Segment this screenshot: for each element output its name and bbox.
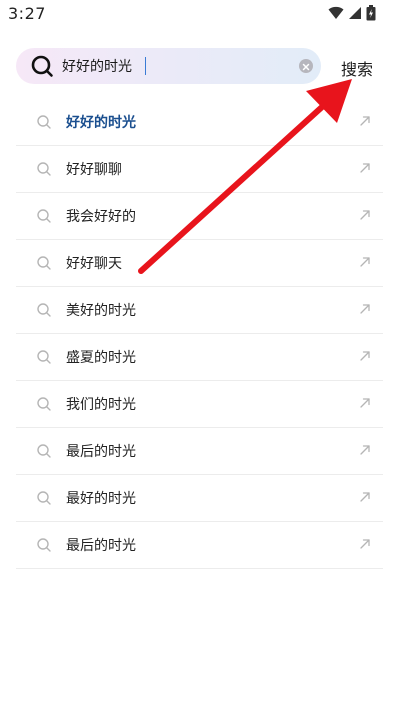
arrow-up-left-icon[interactable] [359, 444, 371, 456]
search-icon [31, 55, 53, 77]
search-icon [37, 115, 51, 129]
search-icon [37, 538, 51, 552]
arrow-up-left-icon[interactable] [359, 115, 371, 127]
suggestion-item-3[interactable]: 我会好好的 [16, 193, 383, 240]
suggestion-label: 我会好好的 [66, 209, 136, 225]
arrow-up-left-icon[interactable] [359, 162, 371, 174]
suggestion-item-4[interactable]: 好好聊天 [16, 240, 383, 287]
arrow-up-left-icon[interactable] [359, 538, 371, 550]
suggestion-label: 美好的时光 [66, 303, 136, 319]
suggestion-item-8[interactable]: 最后的时光 [16, 428, 383, 475]
search-icon [37, 303, 51, 317]
search-icon [37, 350, 51, 364]
battery-icon [366, 5, 376, 21]
suggestion-item-1[interactable]: 好好的时光 [16, 99, 383, 146]
suggestion-item-7[interactable]: 我们的时光 [16, 381, 383, 428]
wifi-icon [328, 6, 344, 19]
status-time: 3:27 [8, 4, 46, 23]
suggestion-item-5[interactable]: 美好的时光 [16, 287, 383, 334]
suggestion-item-10[interactable]: 最后的时光 [16, 522, 383, 569]
search-box[interactable] [16, 48, 321, 84]
arrow-up-left-icon[interactable] [359, 303, 371, 315]
arrow-up-left-icon[interactable] [359, 209, 371, 221]
search-icon [37, 444, 51, 458]
arrow-up-left-icon[interactable] [359, 350, 371, 362]
suggestion-label: 好好的时光 [66, 115, 136, 131]
suggestion-label: 最后的时光 [66, 538, 136, 554]
clear-button[interactable] [299, 59, 313, 73]
search-button[interactable]: 搜索 [341, 56, 373, 80]
text-cursor [145, 57, 146, 75]
search-icon [37, 209, 51, 223]
suggestion-label: 最后的时光 [66, 444, 136, 460]
arrow-up-left-icon[interactable] [359, 397, 371, 409]
suggestion-label: 最好的时光 [66, 491, 136, 507]
suggestion-item-6[interactable]: 盛夏的时光 [16, 334, 383, 381]
signal-icon [349, 7, 361, 19]
search-icon [37, 256, 51, 270]
search-icon [37, 397, 51, 411]
suggestion-label: 盛夏的时光 [66, 350, 136, 366]
search-icon [37, 491, 51, 505]
suggestion-label: 好好聊天 [66, 256, 122, 272]
close-icon [302, 63, 310, 71]
arrow-up-left-icon[interactable] [359, 256, 371, 268]
suggestion-label: 好好聊聊 [66, 162, 122, 178]
search-screen: 3:27 搜索 [0, 0, 400, 711]
search-input[interactable] [62, 56, 282, 76]
suggestion-item-9[interactable]: 最好的时光 [16, 475, 383, 522]
status-icons [328, 5, 376, 21]
suggestion-item-2[interactable]: 好好聊聊 [16, 146, 383, 193]
arrow-up-left-icon[interactable] [359, 491, 371, 503]
status-bar: 3:27 [0, 0, 400, 30]
search-icon [37, 162, 51, 176]
suggestion-list: 好好的时光 好好聊聊 我会好好的 好好聊天 美好的时光 盛夏的时光 我们的时光 … [16, 99, 383, 569]
suggestion-label: 我们的时光 [66, 397, 136, 413]
